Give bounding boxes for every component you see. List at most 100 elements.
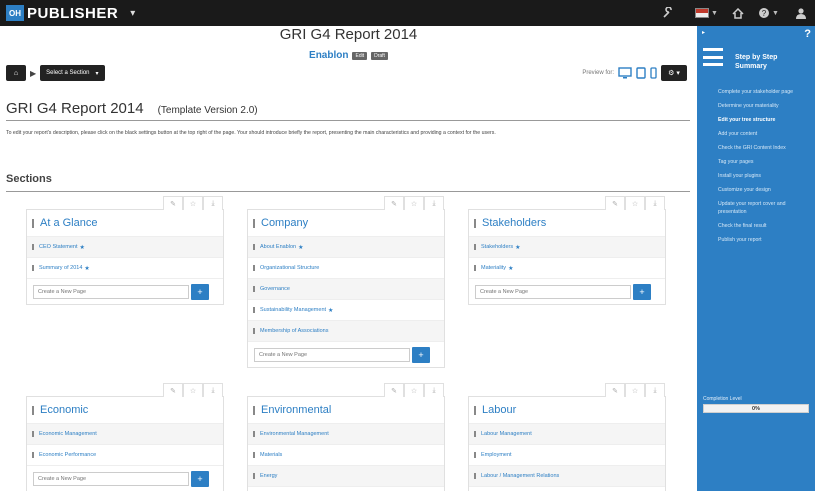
page-item[interactable]: Employment xyxy=(469,444,665,465)
add-page-button[interactable]: + xyxy=(633,283,651,300)
drag-handle-icon[interactable] xyxy=(253,307,255,313)
home-button[interactable]: ⌂ xyxy=(6,65,26,81)
step-item[interactable]: Publish your report xyxy=(718,236,812,244)
home-icon[interactable] xyxy=(732,0,744,26)
page-label[interactable]: CEO Statement xyxy=(39,244,78,250)
step-item[interactable]: Check the final result xyxy=(718,222,812,230)
drag-handle-icon[interactable] xyxy=(32,405,34,415)
new-page-input[interactable] xyxy=(254,347,410,362)
edit-icon[interactable]: ✎ xyxy=(605,196,625,210)
page-item[interactable]: Materiality ★ xyxy=(469,257,665,278)
edit-company-button[interactable]: Edit xyxy=(352,51,368,60)
wrench-icon[interactable] xyxy=(662,0,674,26)
page-item[interactable]: Economic Performance xyxy=(27,444,223,465)
step-item[interactable]: Complete your stakeholder page xyxy=(718,88,812,96)
section-header[interactable]: Economic xyxy=(27,397,223,423)
user-icon[interactable] xyxy=(795,0,807,26)
download-icon[interactable]: ⤓ xyxy=(645,383,665,397)
download-icon[interactable]: ⤓ xyxy=(645,196,665,210)
drag-handle-icon[interactable] xyxy=(253,328,255,334)
page-item[interactable]: Governance xyxy=(248,278,444,299)
drag-handle-icon[interactable] xyxy=(474,218,476,228)
section-header[interactable]: Environmental xyxy=(248,397,444,423)
step-item[interactable]: Update your report cover and presentatio… xyxy=(718,200,812,216)
download-icon[interactable]: ⤓ xyxy=(424,383,444,397)
help-icon[interactable]: ? xyxy=(804,28,811,40)
section-title[interactable]: Stakeholders xyxy=(482,217,546,229)
star-icon[interactable]: ☆ xyxy=(183,383,203,397)
star-icon[interactable]: ☆ xyxy=(404,196,424,210)
page-item[interactable]: Stakeholders ★ xyxy=(469,236,665,257)
edit-icon[interactable]: ✎ xyxy=(384,196,404,210)
section-header[interactable]: Company xyxy=(248,210,444,236)
drag-handle-icon[interactable] xyxy=(253,431,255,437)
drag-handle-icon[interactable] xyxy=(32,244,34,250)
drag-handle-icon[interactable] xyxy=(474,452,476,458)
step-item[interactable]: Customize your design xyxy=(718,186,812,194)
section-select[interactable]: Select a Section ▾ xyxy=(40,65,105,81)
drag-handle-icon[interactable] xyxy=(474,431,476,437)
drag-handle-icon[interactable] xyxy=(32,431,34,437)
tablet-preview-icon[interactable] xyxy=(636,67,646,79)
star-icon[interactable]: ☆ xyxy=(625,196,645,210)
page-label[interactable]: Stakeholders xyxy=(481,244,513,250)
step-item[interactable]: Check the GRI Content Index xyxy=(718,144,812,152)
page-item[interactable]: CEO Statement ★ xyxy=(27,236,223,257)
page-label[interactable]: Labour Management xyxy=(481,431,532,437)
section-title[interactable]: Environmental xyxy=(261,404,331,416)
drag-handle-icon[interactable] xyxy=(32,265,34,271)
edit-icon[interactable]: ✎ xyxy=(384,383,404,397)
new-page-input[interactable] xyxy=(475,284,631,299)
page-label[interactable]: Sustainability Management xyxy=(260,307,326,313)
page-item[interactable]: Materials xyxy=(248,444,444,465)
drag-handle-icon[interactable] xyxy=(253,405,255,415)
drag-handle-icon[interactable] xyxy=(474,244,476,250)
drag-handle-icon[interactable] xyxy=(253,473,255,479)
drag-handle-icon[interactable] xyxy=(253,452,255,458)
download-icon[interactable]: ⤓ xyxy=(424,196,444,210)
page-label[interactable]: Materiality xyxy=(481,265,506,271)
drag-handle-icon[interactable] xyxy=(474,265,476,271)
drag-handle-icon[interactable] xyxy=(474,405,476,415)
mobile-preview-icon[interactable] xyxy=(650,67,657,79)
page-item[interactable]: Labour / Management Relations xyxy=(469,465,665,486)
page-label[interactable]: Materials xyxy=(260,452,282,458)
section-header[interactable]: Stakeholders xyxy=(469,210,665,236)
drag-handle-icon[interactable] xyxy=(474,473,476,479)
step-item[interactable]: Determine your materiality xyxy=(718,102,812,110)
add-page-button[interactable]: + xyxy=(191,283,209,300)
download-icon[interactable]: ⤓ xyxy=(203,196,223,210)
page-label[interactable]: Environmental Management xyxy=(260,431,329,437)
step-item[interactable]: Edit your tree structure xyxy=(718,116,812,124)
page-label[interactable]: Economic Management xyxy=(39,431,97,437)
app-logo[interactable]: OH xyxy=(6,5,24,21)
brand-dropdown-caret-icon[interactable]: ▾ xyxy=(130,8,135,19)
drag-handle-icon[interactable] xyxy=(253,265,255,271)
page-item[interactable]: Summary of 2014 ★ xyxy=(27,257,223,278)
page-item[interactable]: Environmental Management xyxy=(248,423,444,444)
add-page-button[interactable]: + xyxy=(191,470,209,487)
desktop-preview-icon[interactable] xyxy=(618,67,632,79)
drag-handle-icon[interactable] xyxy=(253,218,255,228)
step-item[interactable]: Tag your pages xyxy=(718,158,812,166)
new-page-input[interactable] xyxy=(33,471,189,486)
section-title[interactable]: Labour xyxy=(482,404,516,416)
section-header[interactable]: At a Glance xyxy=(27,210,223,236)
drag-handle-icon[interactable] xyxy=(253,244,255,250)
page-item[interactable]: Economic Management xyxy=(27,423,223,444)
section-title[interactable]: At a Glance xyxy=(40,217,97,229)
section-title[interactable]: Company xyxy=(261,217,308,229)
drag-handle-icon[interactable] xyxy=(253,286,255,292)
page-label[interactable]: Economic Performance xyxy=(39,452,96,458)
app-brand[interactable]: PUBLISHER xyxy=(27,5,118,22)
step-item[interactable]: Add your content xyxy=(718,130,812,138)
page-label[interactable]: Governance xyxy=(260,286,290,292)
page-item[interactable]: Labour Management xyxy=(469,423,665,444)
page-label[interactable]: Employment xyxy=(481,452,512,458)
help-menu[interactable]: ? ▼ xyxy=(758,0,779,26)
edit-icon[interactable]: ✎ xyxy=(605,383,625,397)
company-name[interactable]: Enablon xyxy=(309,50,348,61)
download-icon[interactable]: ⤓ xyxy=(203,383,223,397)
page-item[interactable]: Membership of Associations xyxy=(248,320,444,341)
page-label[interactable]: Energy xyxy=(260,473,277,479)
